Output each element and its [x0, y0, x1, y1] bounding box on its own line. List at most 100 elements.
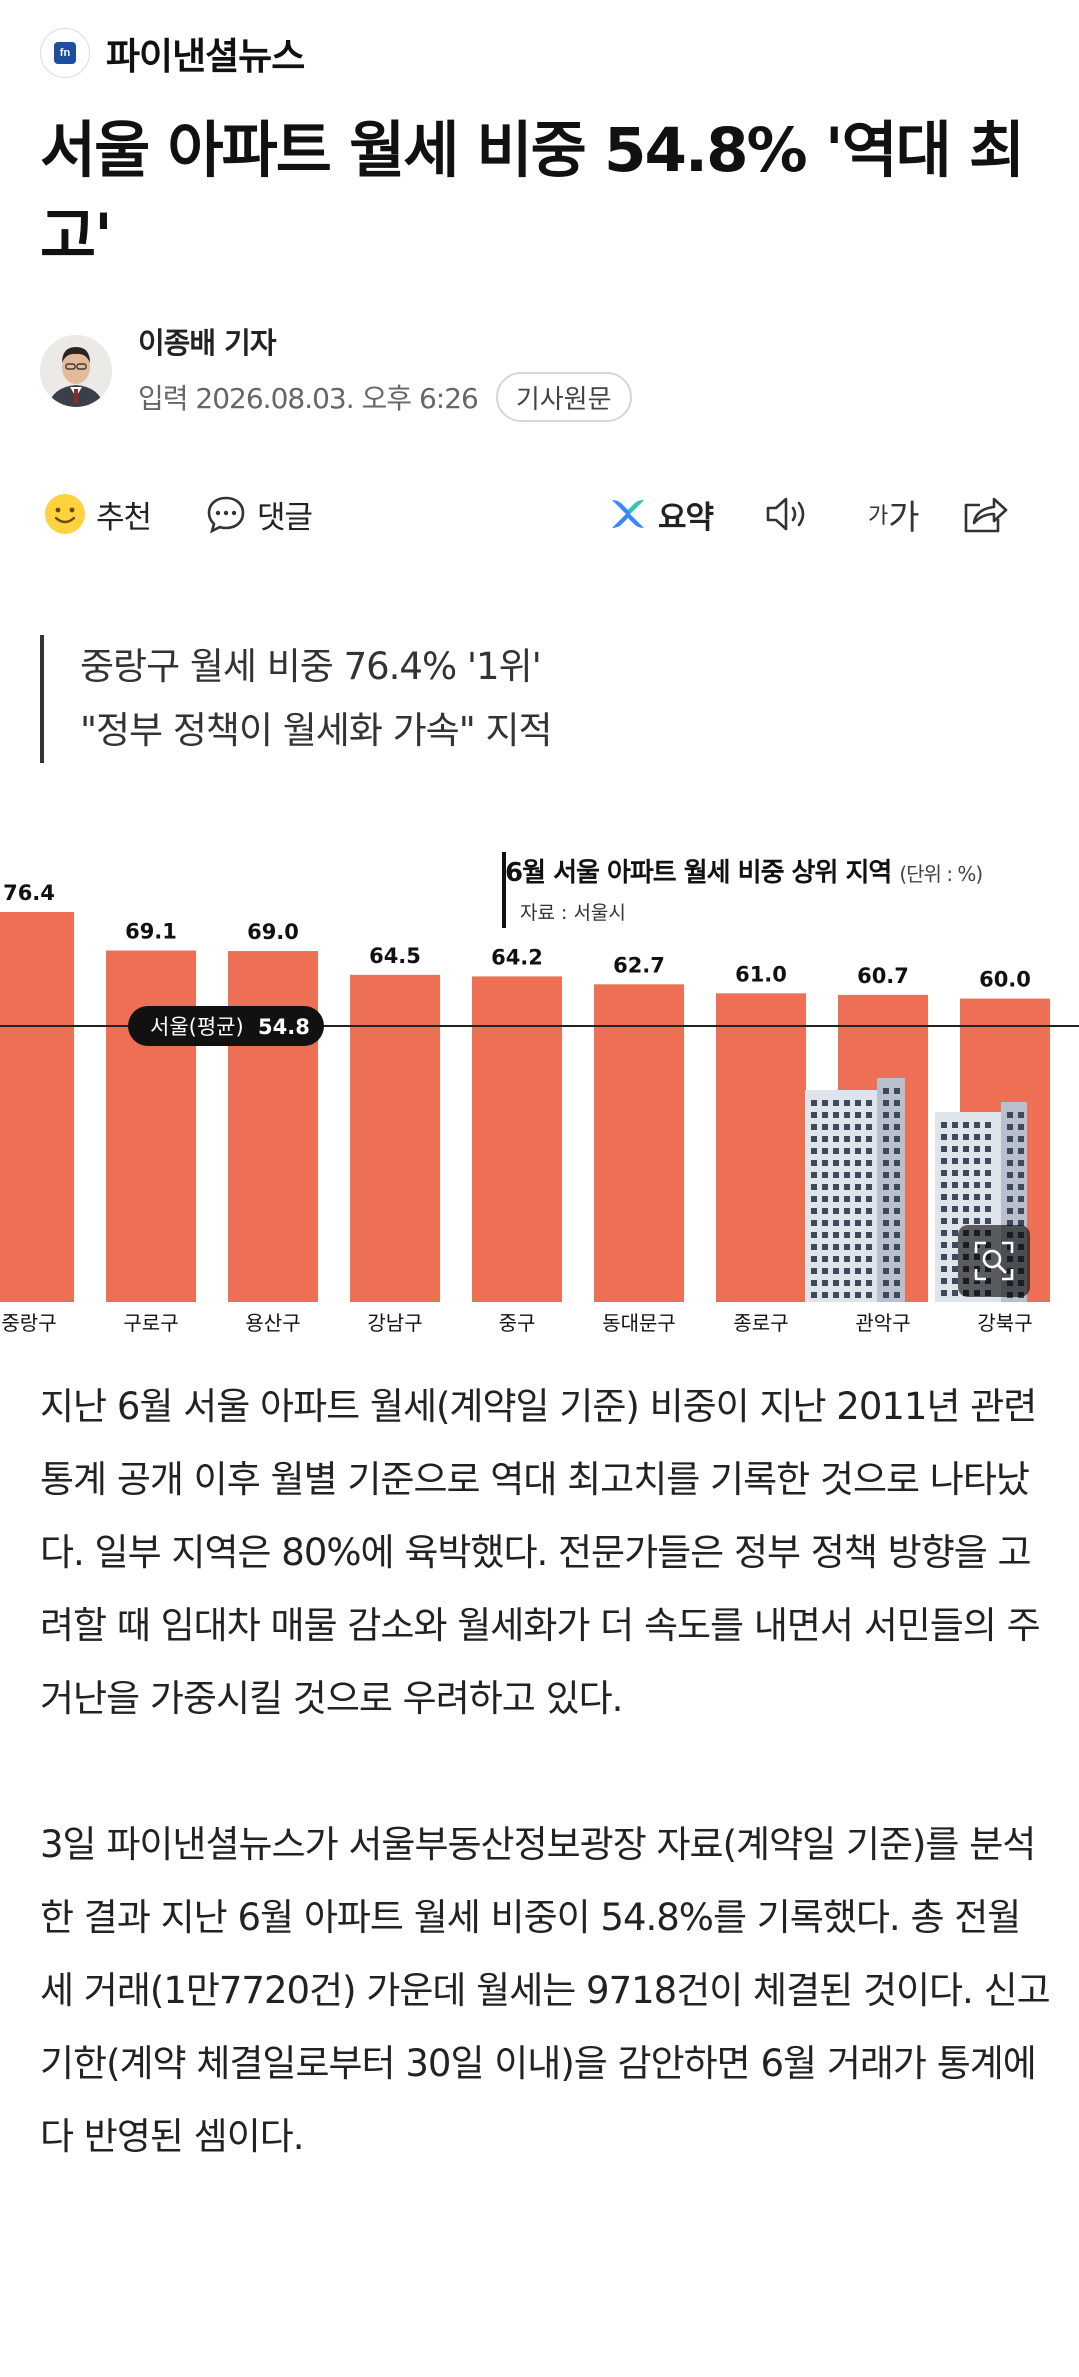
chart-value-label: 69.0	[247, 920, 299, 944]
apartment-window	[811, 1268, 817, 1274]
apartment-window	[833, 1196, 839, 1202]
apartment-window	[883, 1280, 889, 1286]
apartment-window	[883, 1088, 889, 1094]
apartment-window	[833, 1220, 839, 1226]
apartment-window	[1018, 1184, 1024, 1190]
apartment-window	[866, 1172, 872, 1178]
apartment-window	[883, 1196, 889, 1202]
summary-button[interactable]: 요약	[608, 484, 714, 544]
reporter-name[interactable]: 이종배 기자	[138, 320, 632, 362]
apartment-window	[855, 1124, 861, 1130]
smile-icon	[45, 494, 85, 534]
apartment-illustration	[877, 1078, 905, 1302]
apartment-window	[894, 1160, 900, 1166]
apartment-window	[855, 1292, 861, 1298]
apartment-window	[985, 1194, 991, 1200]
apartment-window	[811, 1244, 817, 1250]
publisher-name[interactable]: 파이낸셜뉴스	[106, 26, 305, 80]
apartment-window	[811, 1280, 817, 1286]
apartment-window	[941, 1266, 947, 1272]
chart-category-label: 관악구	[855, 1311, 910, 1335]
apartment-window	[974, 1182, 980, 1188]
reporter-avatar[interactable]	[40, 335, 112, 407]
apartment-window	[866, 1160, 872, 1166]
apartment-window	[833, 1148, 839, 1154]
chart-category-label: 중구	[499, 1311, 536, 1335]
apartment-window	[822, 1256, 828, 1262]
apartment-window	[844, 1232, 850, 1238]
apartment-window	[866, 1232, 872, 1238]
recommend-button[interactable]: 추천	[44, 484, 152, 544]
apartment-window	[822, 1184, 828, 1190]
subheadline-1: 중랑구 월세 비중 76.4% '1위'	[80, 645, 542, 688]
chart-bar	[106, 950, 196, 1302]
apartment-window	[811, 1184, 817, 1190]
apartment-window	[811, 1112, 817, 1118]
apartment-window	[822, 1268, 828, 1274]
apartment-window	[811, 1160, 817, 1166]
apartment-window	[985, 1218, 991, 1224]
apartment-window	[833, 1184, 839, 1190]
apartment-window	[883, 1232, 889, 1238]
apartment-window	[963, 1218, 969, 1224]
apartment-window	[855, 1184, 861, 1190]
share-icon	[964, 497, 1008, 533]
apartment-window	[866, 1100, 872, 1106]
apartment-window	[1018, 1148, 1024, 1154]
chart-category-label: 강남구	[367, 1311, 422, 1335]
apartment-window	[985, 1170, 991, 1176]
apartment-window	[974, 1146, 980, 1152]
apartment-window	[941, 1218, 947, 1224]
apartment-window	[1007, 1184, 1013, 1190]
publisher-header[interactable]: fn 파이낸셜뉴스	[40, 26, 305, 80]
average-label: 서울(평균)	[150, 1015, 244, 1039]
apartment-window	[822, 1100, 828, 1106]
original-article-button[interactable]: 기사원문	[495, 372, 632, 422]
apartment-window	[952, 1206, 958, 1212]
font-size-button[interactable]: 가 가	[868, 484, 920, 544]
apartment-window	[974, 1134, 980, 1140]
chart-value-label: 69.1	[125, 920, 177, 944]
apartment-window	[866, 1184, 872, 1190]
chart-category-label: 중랑구	[1, 1311, 56, 1335]
apartment-window	[985, 1182, 991, 1188]
apartment-window	[855, 1100, 861, 1106]
body-paragraph-2: 3일 파이낸셜뉴스가 서울부동산정보광장 자료(계약일 기준)를 분석한 결과 …	[40, 1823, 1051, 2158]
apartment-window	[941, 1242, 947, 1248]
chart-title: 6월 서울 아파트 월세 비중 상위 지역 (단위 : %)	[505, 852, 983, 889]
article-toolbar: 추천 댓글 요약 가 가	[40, 484, 1040, 544]
apartment-window	[855, 1268, 861, 1274]
apartment-window	[822, 1160, 828, 1166]
zoom-icon	[974, 1241, 1014, 1281]
apartment-window	[844, 1244, 850, 1250]
subheadline-2: "정부 정책이 월세화 가속" 지적	[80, 709, 553, 752]
share-button[interactable]	[960, 484, 1008, 544]
chart-bar	[350, 974, 440, 1302]
apartment-window	[855, 1112, 861, 1118]
apartment-window	[844, 1184, 850, 1190]
apartment-window	[866, 1292, 872, 1298]
apartment-window	[974, 1170, 980, 1176]
apartment-window	[974, 1194, 980, 1200]
comment-button[interactable]: 댓글	[205, 484, 313, 544]
apartment-window	[855, 1136, 861, 1142]
apartment-window	[811, 1256, 817, 1262]
listen-button[interactable]	[762, 484, 814, 544]
speaker-icon	[766, 497, 805, 531]
apartment-window	[894, 1088, 900, 1094]
apartment-window	[952, 1134, 958, 1140]
apartment-window	[811, 1100, 817, 1106]
apartment-window	[941, 1278, 947, 1284]
article-headline: 서울 아파트 월세 비중 54.8% '역대 최고'	[40, 115, 1025, 272]
apartment-window	[866, 1208, 872, 1214]
apartment-window	[974, 1158, 980, 1164]
apartment-window	[855, 1256, 861, 1262]
apartment-window	[1018, 1196, 1024, 1202]
apartment-window	[974, 1206, 980, 1212]
apartment-window	[855, 1220, 861, 1226]
apartment-window	[894, 1256, 900, 1262]
chart-value-label: 62.7	[613, 953, 665, 977]
image-zoom-button[interactable]	[958, 1225, 1030, 1297]
apartment-window	[883, 1184, 889, 1190]
apartment-window	[866, 1220, 872, 1226]
